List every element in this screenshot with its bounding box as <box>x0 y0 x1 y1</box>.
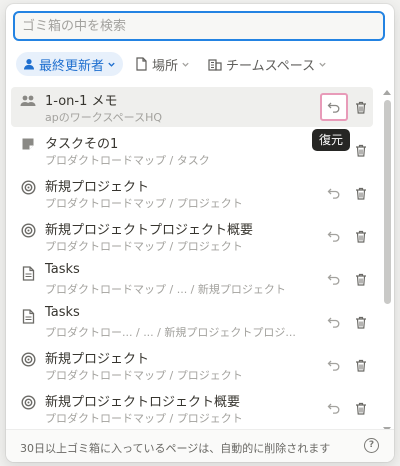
list-item[interactable]: 新規プロジェクトロジェクト概要 プロダクトロードマップ / プロジェクト <box>11 388 373 426</box>
scrollbar-thumb[interactable] <box>384 100 391 304</box>
delete-button[interactable] <box>351 269 371 289</box>
search-input[interactable] <box>15 13 383 39</box>
item-path: プロダクトロードマップ / プロジェクト <box>45 240 243 253</box>
filter-location[interactable]: 場所 <box>129 52 196 76</box>
restore-tooltip: 復元 <box>312 129 351 151</box>
auto-delete-note: 30日以上ゴミ箱に入っているページは、自動的に削除されます <box>20 442 331 455</box>
chevron-down-icon <box>108 62 115 67</box>
target-icon <box>19 221 37 239</box>
restore-button[interactable] <box>324 398 344 418</box>
item-path: プロダクトロードマップ / タスク <box>45 154 210 167</box>
filter-bar: 最終更新者 場所 チームスペース <box>16 51 333 77</box>
trash-icon <box>356 101 366 114</box>
page-icon <box>136 57 147 71</box>
list-item[interactable]: 1-on-1 メモ apのワークスペースHQ <box>11 87 373 127</box>
delete-button[interactable] <box>351 355 371 375</box>
help-icon[interactable]: ? <box>364 438 379 453</box>
page-icon <box>19 307 37 325</box>
restore-button[interactable] <box>324 269 344 289</box>
item-title: 新規プロジェクトロジェクト概要 <box>45 395 241 410</box>
item-path: プロダクトロードマップ / ... / 新規プロジェクト <box>45 283 286 296</box>
footer: 30日以上ゴミ箱に入っているページは、自動的に削除されます ? <box>6 429 394 462</box>
person-icon <box>24 59 34 70</box>
item-path: プロダクトロードマップ / プロジェクト <box>45 412 243 425</box>
building-icon <box>208 58 222 71</box>
undo-icon <box>327 274 340 285</box>
undo-icon <box>327 360 340 371</box>
list-item[interactable]: 新規プロジェクト プロダクトロードマップ / プロジェクト <box>11 173 373 213</box>
chevron-down-icon <box>182 62 189 67</box>
trash-icon <box>356 359 366 372</box>
note-icon <box>19 135 37 153</box>
filter-label: 場所 <box>152 58 179 74</box>
delete-button[interactable] <box>351 398 371 418</box>
filter-label: 最終更新者 <box>39 58 105 74</box>
target-icon <box>19 350 37 368</box>
undo-icon <box>327 102 340 113</box>
delete-button[interactable] <box>351 226 371 246</box>
item-title: 新規プロジェクト <box>45 352 150 367</box>
scroll-up-arrow-icon[interactable] <box>383 90 391 95</box>
list-item[interactable]: Tasks プロダクトロー... / ... / 新規プロジェクトプロジ... <box>11 302 373 342</box>
item-path: apのワークスペースHQ <box>45 111 163 124</box>
delete-button[interactable] <box>351 97 371 117</box>
trash-icon <box>356 187 366 200</box>
scrollbar[interactable] <box>381 88 393 434</box>
target-icon <box>19 393 37 411</box>
trash-icon <box>356 402 366 415</box>
restore-button[interactable] <box>324 183 344 203</box>
item-title: 新規プロジェクトプロジェクト概要 <box>45 223 254 238</box>
trash-icon <box>356 316 366 329</box>
filter-last-edited-by[interactable]: 最終更新者 <box>16 52 124 76</box>
trash-icon <box>356 144 366 157</box>
page-icon <box>19 264 37 282</box>
undo-icon <box>327 231 340 242</box>
delete-button[interactable] <box>351 140 371 160</box>
list-item[interactable]: 新規プロジェクト プロダクトロードマップ / プロジェクト <box>11 345 373 385</box>
delete-button[interactable] <box>351 312 371 332</box>
people-icon <box>19 92 37 110</box>
list-item[interactable]: 新規プロジェクトプロジェクト概要 プロダクトロードマップ / プロジェクト <box>11 216 373 256</box>
item-title: 新規プロジェクト <box>45 180 150 195</box>
undo-icon <box>327 317 340 328</box>
restore-button[interactable] <box>324 355 344 375</box>
item-title: タスクその1 <box>45 137 119 152</box>
list-item[interactable]: Tasks プロダクトロードマップ / ... / 新規プロジェクト <box>11 259 373 299</box>
item-title: Tasks <box>45 262 80 277</box>
filter-label: チームスペース <box>226 58 316 74</box>
item-title: 1-on-1 メモ <box>45 94 118 109</box>
target-icon <box>19 178 37 196</box>
delete-button[interactable] <box>351 183 371 203</box>
restore-button[interactable] <box>324 226 344 246</box>
item-path: プロダクトロードマップ / プロジェクト <box>45 197 243 210</box>
undo-icon <box>327 188 340 199</box>
undo-icon <box>327 403 340 414</box>
trash-icon <box>356 273 366 286</box>
trash-panel: 最終更新者 場所 チームスペース 1-on-1 メモ apのワークスペースHQ … <box>6 4 394 462</box>
chevron-down-icon <box>319 62 326 67</box>
trash-icon <box>356 230 366 243</box>
restore-button[interactable] <box>324 312 344 332</box>
restore-button[interactable] <box>320 93 348 121</box>
search-box[interactable] <box>13 11 385 41</box>
item-path: プロダクトロードマップ / プロジェクト <box>45 369 243 382</box>
item-title: Tasks <box>45 305 80 320</box>
filter-teamspace[interactable]: チームスペース <box>202 52 333 76</box>
item-path: プロダクトロー... / ... / 新規プロジェクトプロジ... <box>45 326 296 339</box>
